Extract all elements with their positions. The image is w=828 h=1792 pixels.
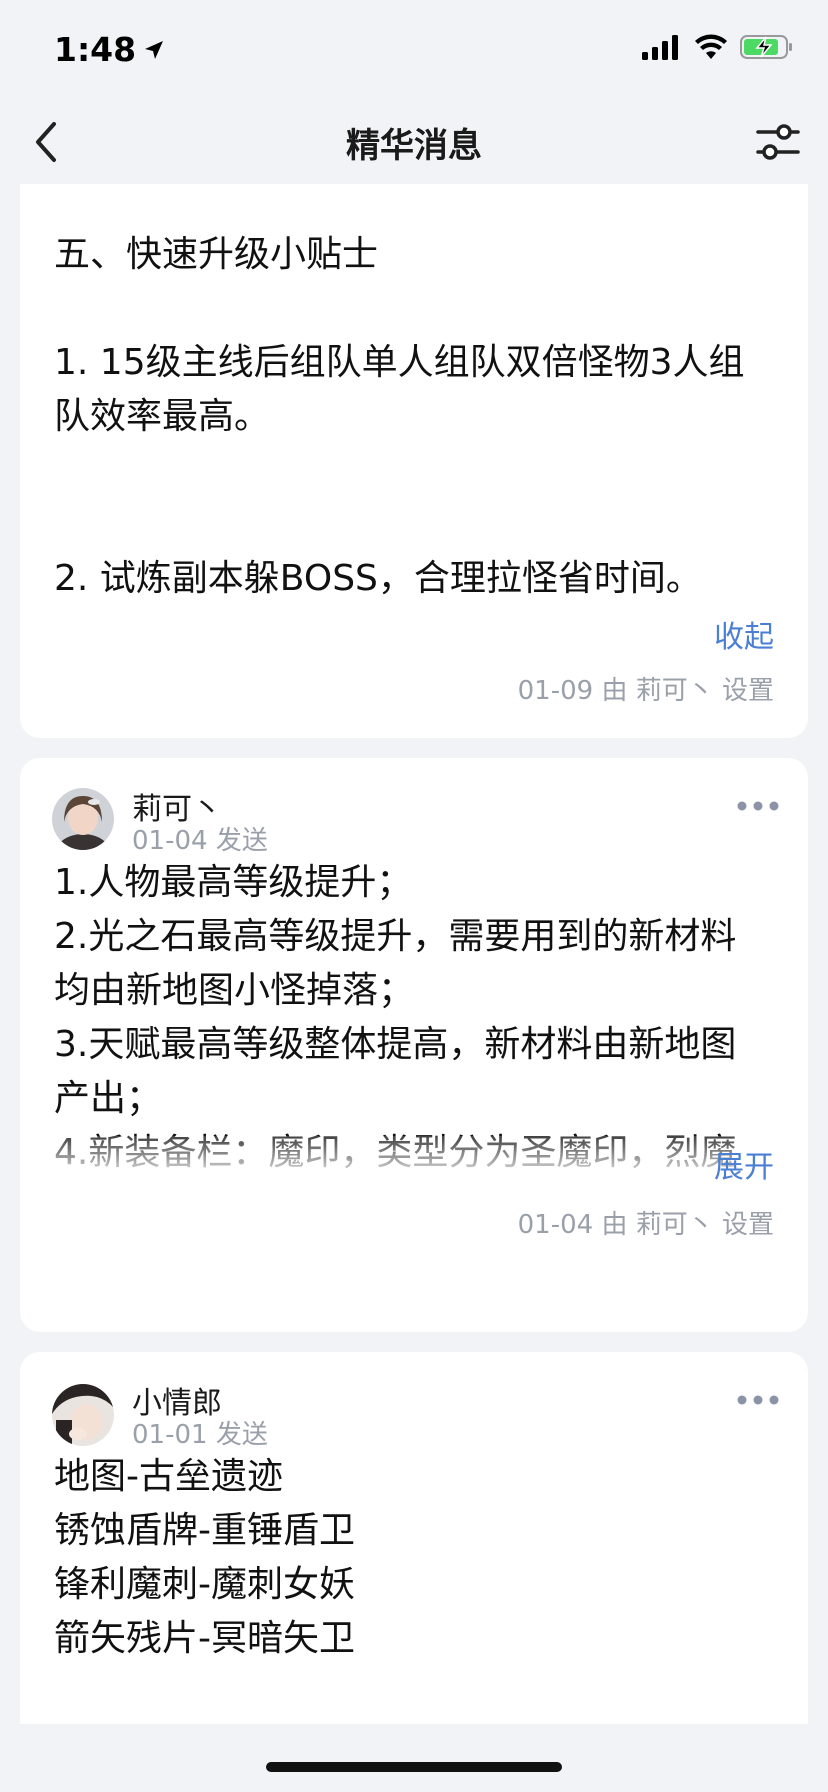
- page-title: 精华消息: [346, 126, 482, 166]
- home-indicator[interactable]: [266, 1762, 562, 1772]
- sent-time: 01-04 发送: [132, 826, 268, 856]
- location-arrow-icon: [145, 40, 164, 59]
- essence-post-card[interactable]: 五、快速升级小贴士 1. 15级主线后组队单人组队双倍怪物3人组 队效率最高。 …: [20, 184, 808, 738]
- sliders-icon: [756, 124, 800, 160]
- post-meta: 01-04 由 莉可丶 设置: [517, 1210, 774, 1240]
- battery-charging-icon: [740, 35, 792, 59]
- post-paragraph: 1. 15级主线后组队单人组队双倍怪物3人组 队效率最高。: [54, 342, 745, 437]
- essence-post-card[interactable]: 小情郎 01-01 发送 地图-古垒遗迹 锈蚀盾牌-重锤盾卫 锋利魔刺-魔刺女妖…: [20, 1352, 808, 1724]
- expand-link[interactable]: 展开: [714, 1142, 774, 1186]
- avatar[interactable]: [52, 788, 114, 850]
- wifi-icon: [695, 34, 727, 59]
- sent-time: 01-01 发送: [132, 1420, 268, 1450]
- post-content: 地图-古垒遗迹 锈蚀盾牌-重锤盾卫 锋利魔刺-魔刺女妖 箭矢残片-冥暗矢卫: [54, 1456, 355, 1659]
- more-button[interactable]: [736, 796, 780, 816]
- essence-post-card[interactable]: 莉可丶 01-04 发送 1.人物最高等级提升； 2.光之石最高等级提升，需要用…: [20, 758, 808, 1332]
- avatar-image: [52, 788, 114, 850]
- avatar-image: [52, 1384, 114, 1446]
- post-paragraph: 2. 试炼副本躲BOSS，合理拉怪省时间。: [54, 558, 702, 599]
- more-button[interactable]: [736, 1390, 780, 1410]
- avatar[interactable]: [52, 1384, 114, 1446]
- collapse-link[interactable]: 收起: [714, 612, 774, 656]
- signal-icon: [642, 35, 678, 60]
- post-paragraph: 五、快速升级小贴士: [54, 234, 379, 275]
- status-time: 1:48: [54, 30, 166, 69]
- bottom-safe-area: [0, 1724, 828, 1792]
- content-fade: [20, 1136, 808, 1190]
- post-meta: 01-09 由 莉可丶 设置: [517, 676, 774, 706]
- nav-bar: 精华消息: [0, 100, 828, 184]
- filter-button[interactable]: [750, 114, 806, 170]
- more-dots-icon: [737, 1395, 779, 1405]
- more-dots-icon: [737, 801, 779, 811]
- status-icons: [642, 34, 794, 60]
- status-bar: 1:48: [0, 0, 828, 100]
